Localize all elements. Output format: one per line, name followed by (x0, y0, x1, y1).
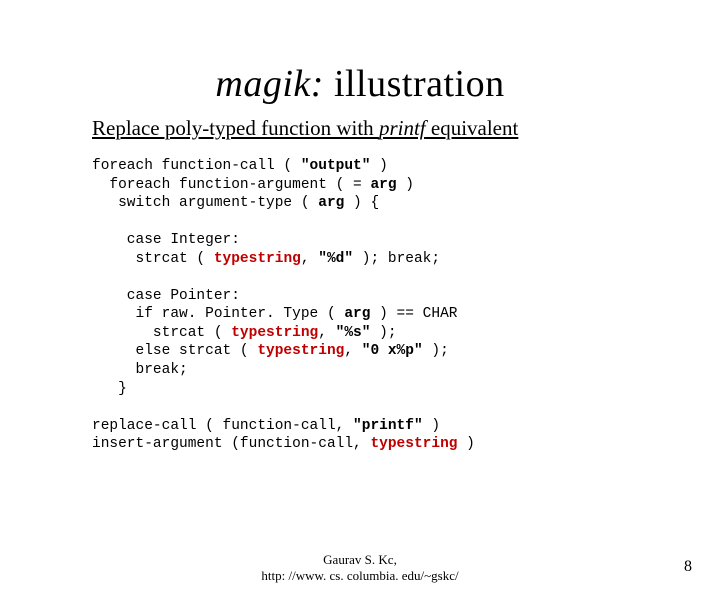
code-text: strcat ( (92, 325, 231, 341)
code-text: insert-argument (function-call, (92, 436, 370, 452)
code-text: } (92, 381, 127, 397)
title-italic: magik: (215, 63, 324, 105)
code-text: switch argument-type ( (92, 195, 318, 211)
code-text: break; (92, 362, 188, 378)
code-kw: arg (344, 306, 370, 322)
code-string: "%s" (336, 325, 371, 341)
page-number: 8 (684, 558, 692, 576)
code-text: if raw. Pointer. Type ( (92, 306, 344, 322)
code-kw: arg (370, 177, 396, 193)
footer-author: Gaurav S. Kc, (323, 552, 397, 567)
code-text: , (344, 343, 361, 359)
code-text: ); break; (353, 251, 440, 267)
code-text: case Pointer: (92, 288, 240, 304)
code-text: ) (370, 158, 387, 174)
footer-url: http: //www. cs. columbia. edu/~gskc/ (261, 568, 458, 583)
subtitle-pre: Replace poly-typed function with (92, 116, 379, 140)
code-ident: typestring (231, 325, 318, 341)
code-text: foreach function-call ( (92, 158, 301, 174)
code-text: ); (370, 325, 396, 341)
code-text: case Integer: (92, 232, 240, 248)
code-ident: typestring (214, 251, 301, 267)
code-text: ) (457, 436, 474, 452)
code-text: strcat ( (92, 251, 214, 267)
subtitle-italic: printf (379, 116, 426, 140)
code-kw: arg (318, 195, 344, 211)
footer: Gaurav S. Kc, http: //www. cs. columbia.… (0, 552, 720, 585)
code-text: ) == CHAR (370, 306, 457, 322)
code-text: , (318, 325, 335, 341)
code-string: "0 x%p" (362, 343, 423, 359)
code-ident: typestring (257, 343, 344, 359)
code-text: , (301, 251, 318, 267)
code-text: replace-call ( function-call, (92, 418, 353, 434)
slide-title: magik: illustration (0, 62, 720, 106)
code-string: "printf" (353, 418, 423, 434)
code-text: ) (397, 177, 414, 193)
slide: magik: illustration Replace poly-typed f… (0, 62, 720, 602)
code-string: "%d" (318, 251, 353, 267)
code-text: else strcat ( (92, 343, 257, 359)
code-text: ) (423, 418, 440, 434)
code-text: ); (423, 343, 449, 359)
code-text: foreach function-argument ( = (92, 177, 370, 193)
code-ident: typestring (370, 436, 457, 452)
code-string: "output" (301, 158, 371, 174)
code-text: ) { (344, 195, 379, 211)
subtitle-post: equivalent (426, 116, 519, 140)
slide-subtitle: Replace poly-typed function with printf … (92, 116, 720, 141)
code-block: foreach function-call ( "output" ) forea… (92, 157, 720, 454)
title-rest: illustration (324, 63, 505, 105)
